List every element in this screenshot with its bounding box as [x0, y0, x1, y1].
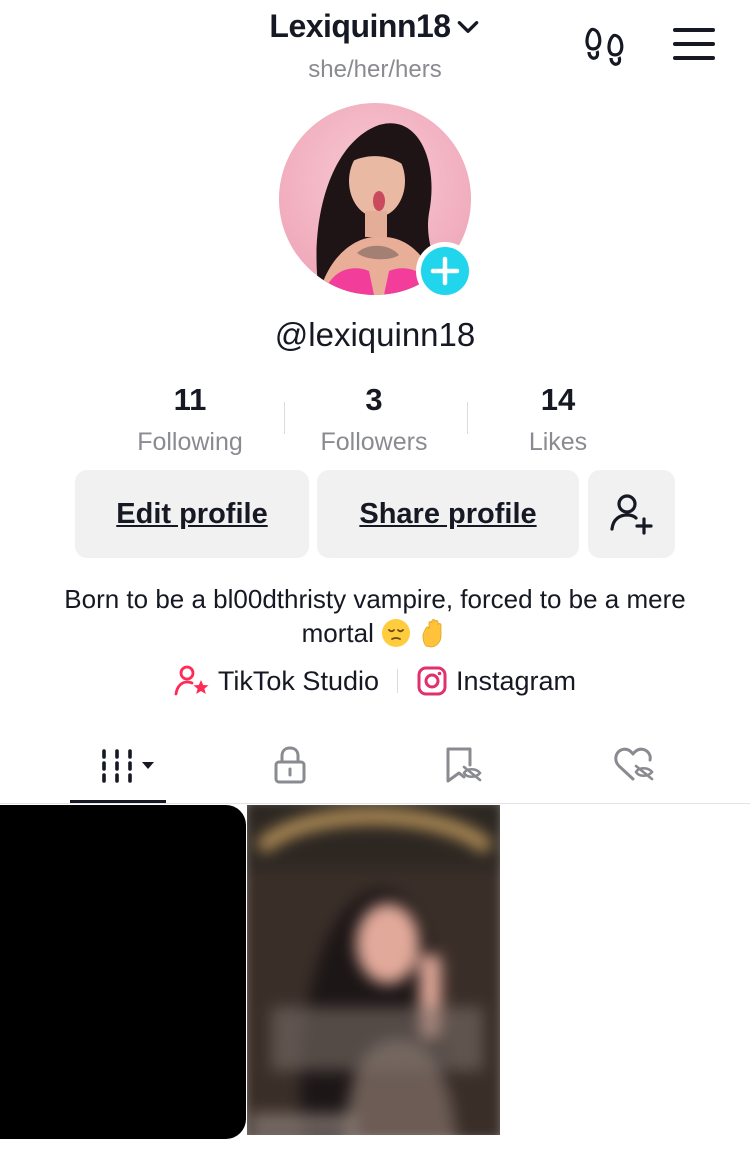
stat-value: 14 [540, 382, 576, 417]
add-friend-icon [609, 494, 653, 535]
stat-value: 11 [173, 382, 207, 417]
caret-down-icon [142, 762, 154, 769]
heart-hidden-icon [614, 747, 654, 781]
blurred-thumbnail-image [247, 805, 500, 1135]
hamburger-menu-icon[interactable] [672, 26, 716, 62]
username[interactable]: Lexiquinn18 [269, 8, 451, 45]
instagram-label: Instagram [456, 665, 577, 696]
stat-label: Likes [528, 428, 588, 456]
tiktok-studio-link[interactable]: TikTok Studio [174, 664, 379, 698]
active-tab-indicator [70, 800, 166, 803]
add-friends-button[interactable] [588, 470, 675, 558]
footprints-icon[interactable] [583, 24, 629, 68]
stat-following[interactable]: 11 Following [98, 382, 282, 457]
tab-liked[interactable] [585, 740, 685, 790]
account-switcher[interactable]: Lexiquinn18 [0, 8, 750, 45]
stat-value: 3 [365, 382, 383, 417]
video-grid [0, 805, 750, 1168]
profile-header: Lexiquinn18 she/her/hers [0, 0, 750, 100]
plus-icon [430, 256, 460, 286]
profile-handle: @lexiquinn18 [274, 316, 476, 353]
bookmark-hidden-icon [446, 747, 482, 783]
profile-stats: 11 Following 3 Followers 14 Likes [0, 382, 750, 462]
raised-hand-icon [422, 619, 442, 648]
pronouns: she/her/hers [308, 56, 442, 83]
stat-label: Followers [320, 428, 428, 456]
instagram-link[interactable]: Instagram [416, 665, 576, 697]
link-divider [397, 669, 398, 693]
content-tabs [0, 728, 750, 804]
stat-label: Following [137, 428, 243, 456]
avatar-container[interactable] [279, 103, 474, 300]
pensive-face-icon [382, 619, 411, 647]
profile-links: TikTok Studio Instagram [0, 664, 750, 698]
chevron-down-icon[interactable] [455, 14, 481, 40]
tab-favorites[interactable] [413, 740, 513, 790]
edit-profile-button[interactable]: Edit profile [75, 470, 309, 558]
video-thumbnail[interactable] [0, 805, 246, 1139]
grid-bars-icon [102, 749, 154, 783]
tiktok-studio-label: TikTok Studio [217, 665, 379, 696]
tab-videos[interactable] [70, 740, 166, 790]
add-avatar-button[interactable] [416, 242, 474, 300]
person-star-icon [174, 665, 209, 696]
share-profile-button[interactable]: Share profile [317, 470, 579, 558]
video-thumbnail[interactable] [247, 805, 500, 1135]
stat-followers[interactable]: 3 Followers [282, 382, 466, 457]
bio-text: Born to be a bl00dthristy vampire, force… [64, 584, 686, 648]
profile-bio: Born to be a bl00dthristy vampire, force… [60, 582, 690, 650]
instagram-icon [417, 666, 447, 696]
stat-likes[interactable]: 14 Likes [466, 382, 650, 457]
lock-icon [274, 746, 306, 784]
tab-private[interactable] [240, 740, 340, 790]
